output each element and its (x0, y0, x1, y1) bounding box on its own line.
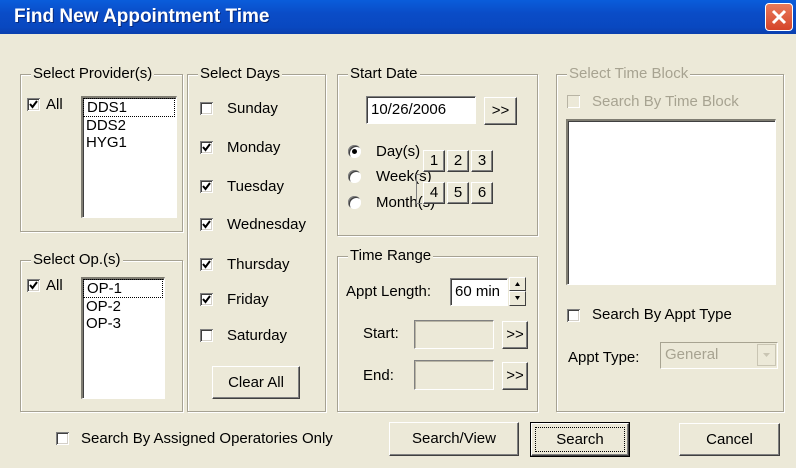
increment-button-4[interactable]: 4 (423, 182, 445, 204)
day-checkbox-monday[interactable] (200, 141, 213, 154)
increment-button-6[interactable]: 6 (471, 182, 493, 204)
search-by-time-block-checkbox[interactable] (567, 95, 580, 108)
day-label: Wednesday (227, 216, 306, 233)
radio-bracket (416, 174, 422, 204)
operatories-listbox[interactable]: OP-1 OP-2 OP-3 (81, 277, 165, 399)
chevron-down-icon (763, 353, 770, 357)
checkmark-icon (29, 281, 38, 290)
list-item[interactable]: DDS1 (83, 98, 175, 117)
close-icon (771, 9, 787, 25)
search-by-time-block-label: Search By Time Block (592, 93, 739, 110)
list-item[interactable]: OP-1 (83, 279, 163, 298)
radio-dot (352, 149, 357, 154)
end-time-field[interactable] (414, 360, 494, 390)
appt-length-down-button[interactable] (509, 291, 526, 306)
day-checkbox-sunday[interactable] (200, 102, 213, 115)
providers-all-label: All (46, 96, 63, 113)
checkmark-icon (202, 260, 211, 269)
list-item[interactable]: HYG1 (83, 134, 176, 151)
increment-button-1[interactable]: 1 (423, 150, 445, 172)
appt-type-dropdown-button[interactable] (757, 344, 776, 366)
increment-button-5[interactable]: 5 (447, 182, 469, 204)
providers-listbox[interactable]: DDS1 DDS2 HYG1 (81, 96, 177, 218)
checkmark-icon (202, 295, 211, 304)
radio-months[interactable] (348, 196, 361, 209)
appt-length-up-button[interactable] (509, 277, 526, 291)
end-time-picker-button[interactable]: >> (502, 362, 528, 390)
close-button[interactable] (765, 3, 793, 31)
list-item[interactable]: OP-3 (83, 315, 164, 332)
day-label: Friday (227, 291, 269, 308)
find-appointment-dialog: Find New Appointment Time Select Provide… (0, 0, 796, 468)
radio-weeks[interactable] (348, 170, 361, 183)
checkmark-icon (202, 143, 211, 152)
arrow-up-icon (515, 282, 520, 286)
search-by-appt-type-checkbox[interactable] (567, 309, 580, 322)
list-item[interactable]: DDS2 (83, 117, 176, 134)
appt-type-value: General (665, 346, 719, 363)
start-time-label: Start: (363, 325, 399, 342)
radio-label: Day(s) (376, 143, 421, 160)
appt-type-select[interactable]: General (660, 342, 778, 369)
window-title: Find New Appointment Time (14, 6, 270, 27)
days-group (187, 74, 326, 412)
day-label: Saturday (227, 327, 288, 344)
increment-button-2[interactable]: 2 (447, 150, 469, 172)
checkmark-icon (202, 182, 211, 191)
appt-type-label: Appt Type: (568, 349, 640, 366)
time-range-legend: Time Range (348, 247, 434, 264)
checkmark-icon (202, 220, 211, 229)
search-view-button[interactable]: Search/View (389, 422, 519, 456)
search-by-appt-type-label: Search By Appt Type (592, 306, 732, 323)
day-checkbox-tuesday[interactable] (200, 180, 213, 193)
list-item[interactable]: OP-2 (83, 298, 164, 315)
title-bar[interactable]: Find New Appointment Time (0, 0, 796, 34)
operatories-all-checkbox[interactable] (27, 279, 40, 292)
clear-all-button[interactable]: Clear All (212, 366, 300, 399)
assigned-operatories-label: Search By Assigned Operatories Only (81, 430, 333, 447)
time-block-legend: Select Time Block (567, 65, 691, 82)
providers-all-checkbox[interactable] (27, 98, 40, 111)
appt-length-label: Appt Length: (346, 283, 432, 300)
start-time-picker-button[interactable]: >> (502, 321, 528, 349)
day-checkbox-saturday[interactable] (200, 329, 213, 342)
day-checkbox-thursday[interactable] (200, 258, 213, 271)
end-time-label: End: (363, 367, 394, 384)
start-date-legend: Start Date (348, 65, 420, 82)
day-label: Tuesday (227, 178, 284, 195)
day-label: Thursday (227, 256, 290, 273)
start-date-field[interactable]: 10/26/2006 (366, 96, 476, 124)
appt-length-field[interactable]: 60 min (450, 278, 508, 306)
day-checkbox-wednesday[interactable] (200, 218, 213, 231)
checkmark-icon (29, 100, 38, 109)
days-legend: Select Days (198, 65, 283, 82)
time-block-listbox[interactable] (566, 119, 776, 285)
start-date-next-button[interactable]: >> (484, 97, 517, 125)
search-button[interactable]: Search (530, 422, 630, 457)
day-label: Monday (227, 139, 281, 156)
day-label: Sunday (227, 100, 278, 117)
radio-days[interactable] (348, 145, 361, 158)
operatories-all-label: All (46, 277, 63, 294)
start-time-field[interactable] (414, 320, 494, 349)
arrow-down-icon (515, 296, 520, 300)
providers-legend: Select Provider(s) (31, 65, 155, 82)
cancel-button[interactable]: Cancel (679, 423, 780, 456)
operatories-legend: Select Op.(s) (31, 251, 123, 268)
day-checkbox-friday[interactable] (200, 293, 213, 306)
assigned-operatories-checkbox[interactable] (56, 432, 69, 445)
increment-button-3[interactable]: 3 (471, 150, 493, 172)
